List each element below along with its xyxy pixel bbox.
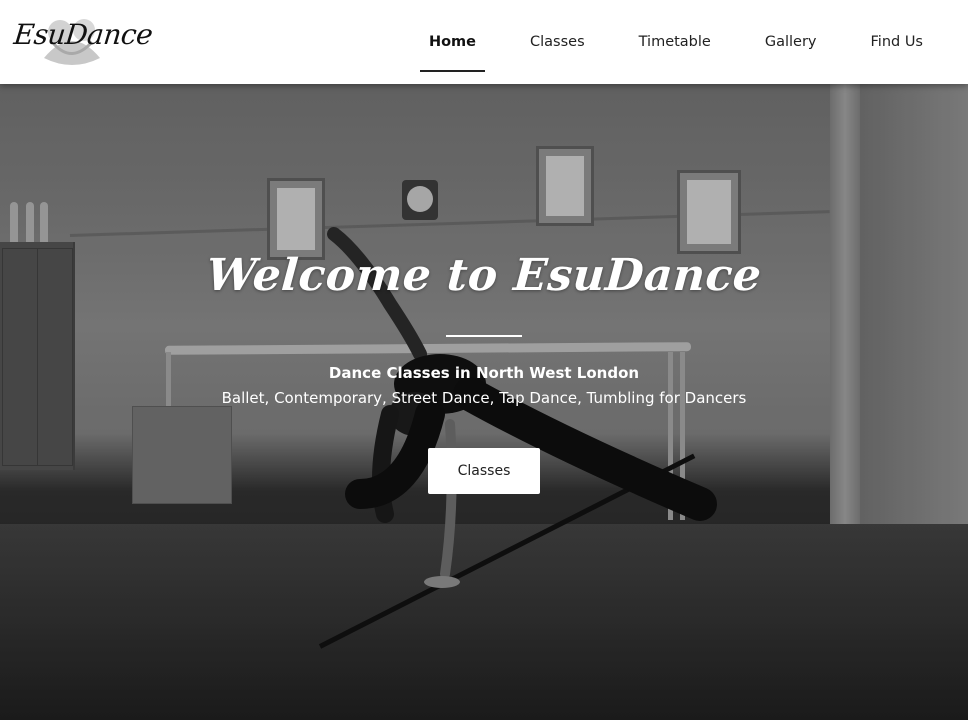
main-nav: Home Classes Timetable Gallery Find Us [402,0,950,84]
hero-title: Welcome to EsuDance [204,250,764,301]
classes-button[interactable]: Classes [428,448,540,494]
hero-tagline: Ballet, Contemporary, Street Dance, Tap … [221,389,747,407]
brand-wordmark: EsuDance [12,18,155,51]
hero-section: Welcome to EsuDance Dance Classes in Nor… [0,84,968,720]
nav-gallery[interactable]: Gallery [765,34,817,50]
hero-divider [446,335,522,337]
nav-home[interactable]: Home [419,34,486,72]
hero-subtitle: Dance Classes in North West London [328,364,640,382]
site-header: EsuDance Home Classes Timetable Gallery … [0,0,968,84]
nav-classes[interactable]: Classes [530,34,585,50]
nav-timetable[interactable]: Timetable [639,34,711,50]
nav-find-us[interactable]: Find Us [871,34,924,50]
brand-logo[interactable]: EsuDance [12,12,154,72]
